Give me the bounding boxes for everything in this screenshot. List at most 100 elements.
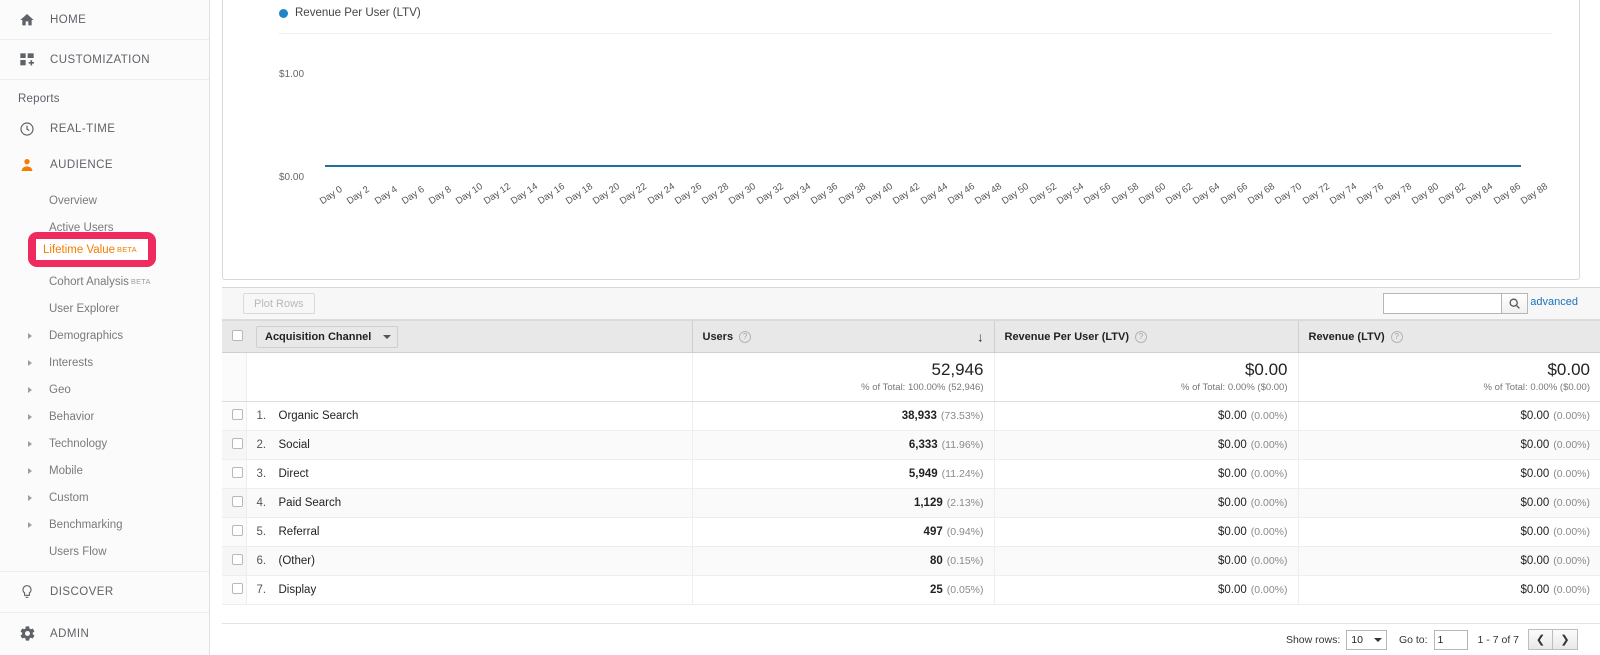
row-checkbox-cell[interactable] bbox=[222, 430, 247, 460]
help-icon[interactable]: ? bbox=[1135, 330, 1148, 343]
row-checkbox-cell[interactable] bbox=[222, 517, 247, 547]
column-header-revenue[interactable]: Revenue (LTV) ? bbox=[1297, 320, 1600, 353]
row-rpu-cell: $0.00 (0.00%) bbox=[993, 575, 1298, 605]
column-header-revenue-per-user[interactable]: Revenue Per User (LTV) ? bbox=[993, 320, 1298, 353]
summary-rpu-value: $0.00 bbox=[1244, 360, 1288, 380]
acquisition-channel-table: Acquisition Channel Users ? ↓ Revenue Pe… bbox=[222, 320, 1600, 605]
sidebar-item-behavior[interactable]: Behavior bbox=[0, 403, 209, 430]
sidebar-item-discover[interactable]: DISCOVER bbox=[0, 572, 209, 613]
table-row[interactable]: 3. Direct 5,949 (11.24%) $0.00 (0.00%) $0.0… bbox=[222, 459, 1600, 489]
next-page-button[interactable]: ❯ bbox=[1553, 629, 1578, 650]
sidebar-item-demographics[interactable]: Demographics bbox=[0, 322, 209, 349]
table-toolbar: Plot Rows advanced bbox=[222, 288, 1600, 320]
row-rpu-value: $0.00 bbox=[1217, 497, 1247, 509]
row-checkbox-cell[interactable] bbox=[222, 575, 247, 605]
row-revenue-pct: (0.00%) bbox=[1553, 526, 1590, 538]
sidebar-item-geo[interactable]: Geo bbox=[0, 376, 209, 403]
lifetime-value-highlight-inner[interactable]: Lifetime Value BETA bbox=[36, 239, 148, 260]
table-row[interactable]: 1. Organic Search 38,933 (73.53%) $0.00 (0.… bbox=[222, 401, 1600, 431]
row-checkbox[interactable] bbox=[232, 525, 243, 536]
x-axis-tick: Day 22 bbox=[618, 181, 650, 207]
row-revenue-cell: $0.00 (0.00%) bbox=[1297, 517, 1600, 547]
row-revenue-value: $0.00 bbox=[1520, 526, 1550, 538]
sort-descending-icon[interactable]: ↓ bbox=[977, 330, 984, 343]
row-checkbox-cell[interactable] bbox=[222, 488, 247, 518]
row-checkbox[interactable] bbox=[232, 554, 243, 565]
x-axis-tick: Day 44 bbox=[918, 181, 950, 207]
column-header-users[interactable]: Users ? ↓ bbox=[691, 320, 994, 353]
sidebar-item-mobile[interactable]: Mobile bbox=[0, 457, 209, 484]
search-icon[interactable] bbox=[1501, 293, 1528, 314]
row-channel-label[interactable]: Organic Search bbox=[279, 410, 359, 422]
row-checkbox-cell[interactable] bbox=[222, 546, 247, 576]
rows-per-page-select[interactable]: 10 bbox=[1346, 629, 1387, 650]
sidebar-item-customization[interactable]: CUSTOMIZATION bbox=[0, 40, 209, 80]
goto-page-input[interactable] bbox=[1433, 629, 1468, 650]
x-axis-tick: Day 28 bbox=[699, 181, 732, 207]
row-checkbox[interactable] bbox=[232, 438, 243, 449]
row-checkbox[interactable] bbox=[232, 496, 243, 507]
sidebar-item-home[interactable]: HOME bbox=[0, 0, 209, 40]
table-row[interactable]: 6. (Other) 80 (0.15%) $0.00 (0.00%) $0.00 (0… bbox=[222, 546, 1600, 576]
summary-revenue-subtext: % of Total: 0.00% ($0.00) bbox=[1483, 381, 1591, 393]
sidebar-item-interests[interactable]: Interests bbox=[0, 349, 209, 376]
previous-page-button[interactable]: ❮ bbox=[1528, 629, 1553, 650]
row-checkbox-cell[interactable] bbox=[222, 459, 247, 489]
row-checkbox[interactable] bbox=[232, 467, 243, 478]
row-checkbox[interactable] bbox=[232, 583, 243, 594]
customization-icon bbox=[12, 52, 42, 68]
sidebar-item-cohort-analysis[interactable]: Cohort Analysis BETA bbox=[0, 268, 209, 295]
summary-users-cell: 52,946 % of Total: 100.00% (52,946) bbox=[691, 352, 994, 402]
rows-per-page-value: 10 bbox=[1351, 633, 1363, 646]
sidebar-item-custom[interactable]: Custom bbox=[0, 484, 209, 511]
help-icon[interactable]: ? bbox=[739, 330, 752, 343]
x-axis-tick: Day 64 bbox=[1191, 181, 1223, 207]
row-checkbox-cell[interactable] bbox=[222, 401, 247, 431]
sidebar-item-real-time[interactable]: REAL-TIME bbox=[0, 111, 209, 147]
table-row[interactable]: 2. Social 6,333 (11.96%) $0.00 (0.00%) $0.0… bbox=[222, 430, 1600, 460]
select-all-checkbox[interactable] bbox=[232, 329, 243, 341]
pagination-range: 1 - 7 of 7 bbox=[1477, 633, 1519, 646]
chart-plot-area[interactable]: $1.00 $0.00 Day 0 Day 2 Day 4 Day 6 Day 8 Day… bbox=[279, 33, 1552, 227]
row-channel-label[interactable]: Direct bbox=[279, 468, 309, 480]
sidebar-item-admin[interactable]: ADMIN bbox=[0, 613, 209, 654]
row-channel-label[interactable]: (Other) bbox=[279, 555, 315, 567]
table-row[interactable]: 7. Display 25 (0.05%) $0.00 (0.00%) $0.00 (0… bbox=[222, 575, 1600, 605]
table-row[interactable]: 4. Paid Search 1,129 (2.13%) $0.00 (0.00%) … bbox=[222, 488, 1600, 518]
row-rpu-value: $0.00 bbox=[1217, 584, 1247, 596]
chevron-right-icon bbox=[28, 467, 32, 474]
row-index: 7. bbox=[256, 584, 267, 596]
dimension-selector[interactable]: Acquisition Channel bbox=[256, 325, 399, 348]
sidebar-item-benchmarking[interactable]: Benchmarking bbox=[0, 511, 209, 538]
sidebar-item-audience[interactable]: AUDIENCE bbox=[0, 147, 209, 183]
search-input[interactable] bbox=[1383, 293, 1501, 314]
sidebar-item-users-flow[interactable]: Users Flow bbox=[0, 538, 209, 565]
table-header-row: Acquisition Channel Users ? ↓ Revenue Pe… bbox=[222, 320, 1600, 353]
row-channel-label[interactable]: Display bbox=[279, 584, 317, 596]
sidebar-item-technology[interactable]: Technology bbox=[0, 430, 209, 457]
table-row[interactable]: 5. Referral 497 (0.94%) $0.00 (0.00%) $0.00… bbox=[222, 517, 1600, 547]
clock-icon bbox=[12, 121, 42, 137]
x-axis-tick: Day 6 bbox=[399, 183, 427, 207]
dimension-selector-label: Acquisition Channel bbox=[265, 330, 372, 343]
select-all-header[interactable] bbox=[222, 320, 246, 353]
row-rpu-value: $0.00 bbox=[1217, 468, 1247, 480]
advanced-link[interactable]: advanced bbox=[1530, 296, 1578, 308]
row-channel-label[interactable]: Referral bbox=[279, 526, 320, 538]
row-channel-label[interactable]: Social bbox=[279, 439, 310, 451]
sidebar-item-label: AUDIENCE bbox=[50, 159, 114, 171]
sidebar-item-label: Custom bbox=[49, 491, 89, 504]
sidebar-item-user-explorer[interactable]: User Explorer bbox=[0, 295, 209, 322]
row-checkbox[interactable] bbox=[232, 409, 243, 420]
plot-rows-button[interactable]: Plot Rows bbox=[243, 293, 315, 314]
row-channel-label[interactable]: Paid Search bbox=[279, 497, 342, 509]
summary-revenue-cell: $0.00 % of Total: 0.00% ($0.00) bbox=[1297, 352, 1600, 402]
x-axis: Day 0 Day 2 Day 4 Day 6 Day 8 Day 10 Day 12 Day… bbox=[318, 161, 1550, 207]
help-icon[interactable]: ? bbox=[1390, 330, 1403, 343]
column-header-label: Revenue Per User (LTV) bbox=[1004, 330, 1130, 343]
lifetime-value-highlight: Lifetime Value BETA bbox=[28, 232, 156, 267]
table-body: 52,946 % of Total: 100.00% (52,946) $0.0… bbox=[222, 352, 1600, 605]
row-rpu-pct: (0.00%) bbox=[1250, 468, 1288, 480]
sidebar-item-overview[interactable]: Overview bbox=[0, 187, 209, 214]
x-axis-tick: Day 24 bbox=[645, 181, 677, 207]
